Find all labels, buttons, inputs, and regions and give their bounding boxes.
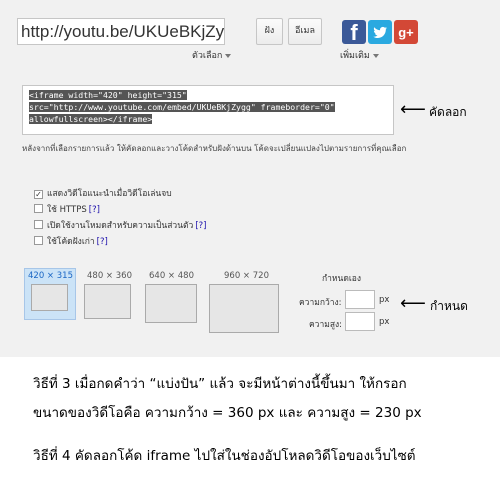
embed-code-textarea[interactable]: <iframe width="420" height="315" src="ht…	[22, 85, 394, 135]
preset-thumb[interactable]	[145, 284, 197, 323]
set-annotation: กำหนด	[430, 299, 468, 313]
preset-label: 480 × 360	[87, 271, 132, 281]
options-dropdown[interactable]: ตัวเลือก	[192, 48, 232, 62]
option-label: แสดงวิดีโอแนะนำเมื่อวิดีโอเล่นจบ	[47, 189, 172, 199]
checkbox[interactable]	[34, 236, 43, 245]
custom-size-label: กำหนดเอง	[322, 274, 362, 284]
option-label: เปิดใช้งานโหมดสำหรับความเป็นส่วนตัว	[47, 221, 194, 231]
embed-code-line: allowfullscreen></iframe>	[29, 114, 153, 124]
more-label: เพิ่มเติม	[340, 51, 370, 61]
height-unit: px	[379, 317, 390, 327]
more-dropdown[interactable]: เพิ่มเติม	[340, 48, 379, 62]
preset-thumb[interactable]	[209, 284, 279, 333]
checkbox-checked[interactable]: ✓	[34, 190, 43, 199]
chevron-down-icon	[225, 53, 232, 58]
twitter-bird-icon	[373, 26, 388, 38]
preset-label: 420 × 315	[28, 271, 73, 281]
help-link[interactable]: [?]	[195, 221, 206, 231]
preset-label: 960 × 720	[224, 271, 269, 281]
share-url-field[interactable]: http://youtu.be/UKUeBKjZyg	[17, 18, 225, 45]
instruction-step-3: วิธีที่ 3 เมื่อกดคำว่า “แบ่งปัน” แล้ว จะ…	[33, 376, 407, 392]
option-label: ใช้ HTTPS	[47, 205, 87, 215]
embed-code-line: src="http://www.youtube.com/embed/UKUeBK…	[29, 102, 335, 112]
left-arrow-icon: ⟵	[400, 293, 426, 314]
facebook-icon[interactable]: f	[342, 20, 366, 45]
option-label: ใช้โค้ดฝังเก่า	[47, 237, 95, 247]
embed-hint: หลังจากที่เลือกรายการแล้ว ให้คัดลอกและวา…	[22, 144, 407, 153]
share-panel: http://youtu.be/UKUeBKjZyg ตัวเลือก ฝัง …	[0, 0, 500, 357]
embed-code-text: <iframe width="420" height="315" src="ht…	[29, 89, 387, 125]
twitter-icon[interactable]	[368, 20, 392, 44]
height-label: ความสูง:	[309, 320, 343, 330]
instruction-step-4: วิธีที่ 4 คัดลอกโค้ด iframe ไปใส่ในช่องอ…	[33, 448, 416, 464]
option-old-embed[interactable]: ใช้โค้ดฝังเก่า [?]	[34, 234, 108, 247]
email-button[interactable]: อีเมล	[288, 18, 322, 45]
preset-thumb[interactable]	[84, 284, 131, 319]
height-input[interactable]	[345, 312, 375, 331]
width-label: ความกว้าง:	[299, 298, 342, 308]
options-label: ตัวเลือก	[192, 51, 223, 61]
help-link[interactable]: [?]	[89, 205, 100, 215]
preset-thumb[interactable]	[31, 284, 68, 311]
option-privacy-mode[interactable]: เปิดใช้งานโหมดสำหรับความเป็นส่วนตัว [?]	[34, 218, 206, 231]
embed-button[interactable]: ฝัง	[256, 18, 283, 45]
chevron-down-icon	[372, 53, 379, 58]
option-https[interactable]: ใช้ HTTPS [?]	[34, 202, 100, 215]
checkbox[interactable]	[34, 220, 43, 229]
copy-annotation: คัดลอก	[429, 105, 467, 119]
help-link[interactable]: [?]	[97, 237, 108, 247]
width-input[interactable]	[345, 290, 375, 309]
google-plus-icon[interactable]: g+	[394, 20, 418, 44]
preset-label: 640 × 480	[149, 271, 194, 281]
left-arrow-icon: ⟵	[400, 99, 426, 120]
checkbox[interactable]	[34, 204, 43, 213]
option-show-suggested[interactable]: ✓ แสดงวิดีโอแนะนำเมื่อวิดีโอเล่นจบ	[34, 186, 172, 199]
instruction-step-3-detail: ขนาดของวิดีโอคือ ความกว้าง = 360 px และ …	[33, 405, 422, 421]
width-unit: px	[379, 295, 390, 305]
embed-code-line: <iframe width="420" height="315"	[29, 90, 187, 100]
